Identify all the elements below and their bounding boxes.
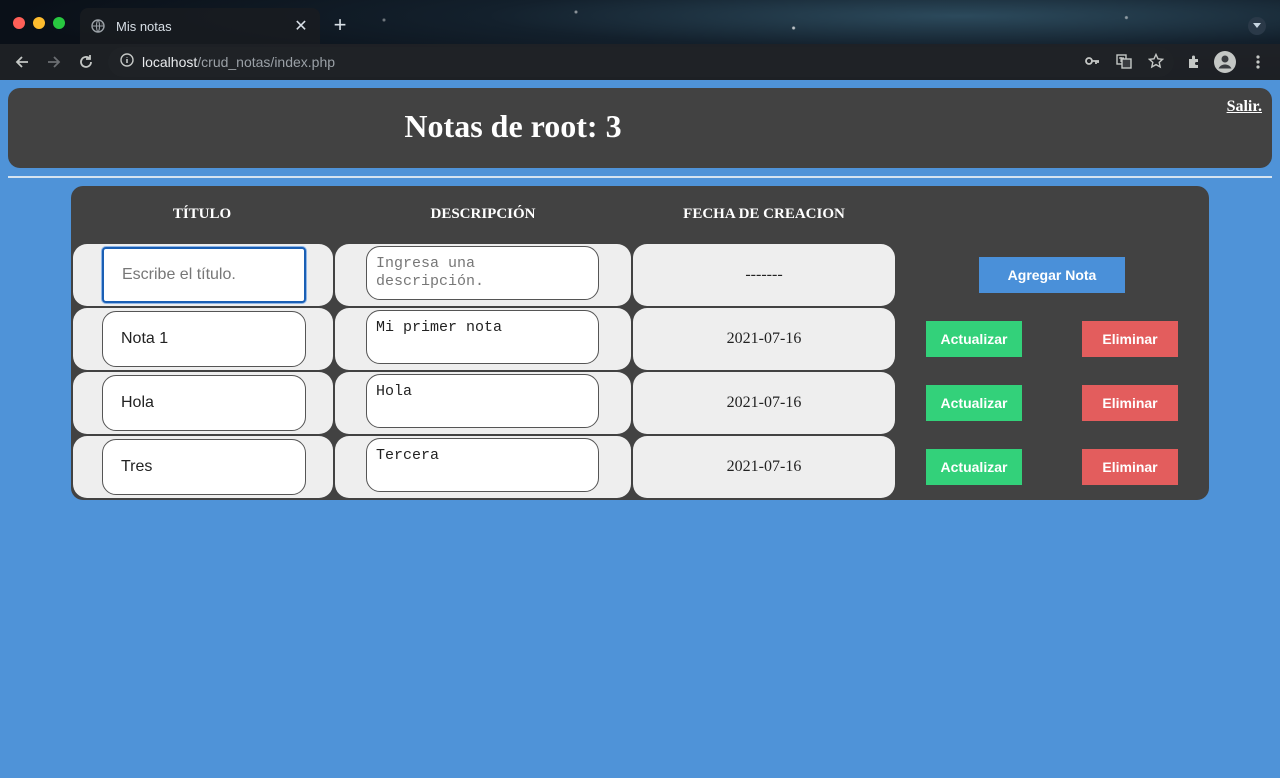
created-date: 2021-07-16: [726, 394, 802, 411]
table-row-description-cell: Hola: [335, 372, 631, 434]
new-tab-button[interactable]: +: [328, 14, 352, 36]
browser-toolbar: localhost/crud_notas/index.php: [0, 44, 1280, 80]
new-note-title-cell: [73, 244, 333, 306]
logout-link[interactable]: Salir.: [1227, 98, 1262, 116]
url-path: /crud_notas/index.php: [197, 54, 336, 70]
title-field[interactable]: [102, 439, 306, 495]
table-row-title-cell: [73, 372, 333, 434]
table-row-title-cell: [73, 308, 333, 370]
profile-avatar-icon[interactable]: [1214, 51, 1236, 73]
close-window-button[interactable]: [13, 17, 25, 29]
url-text: localhost/crud_notas/index.php: [142, 54, 335, 70]
extensions-icon[interactable]: [1184, 52, 1204, 72]
address-bar[interactable]: localhost/crud_notas/index.php: [108, 47, 1174, 77]
update-button[interactable]: Actualizar: [926, 385, 1022, 421]
url-host: localhost: [142, 54, 198, 70]
reload-icon[interactable]: [76, 52, 96, 72]
column-header-description: DESCRIPCIÓN: [430, 206, 536, 222]
description-field[interactable]: Hola: [366, 374, 599, 428]
title-field[interactable]: [102, 311, 306, 367]
column-header-date: FECHA DE CREACION: [683, 206, 845, 222]
close-tab-icon[interactable]: ✕: [292, 16, 310, 36]
minimize-window-button[interactable]: [33, 17, 45, 29]
new-note-date: -------: [745, 266, 783, 283]
description-field[interactable]: Tercera: [366, 438, 599, 492]
add-note-button[interactable]: Agregar Nota: [979, 257, 1125, 293]
new-description-input[interactable]: [366, 246, 599, 300]
back-icon[interactable]: [12, 52, 32, 72]
delete-button[interactable]: Eliminar: [1082, 385, 1178, 421]
bookmark-star-icon[interactable]: [1147, 52, 1165, 74]
browser-chrome: Mis notas ✕ + localhost/crud_notas/index…: [0, 0, 1280, 80]
created-date: 2021-07-16: [726, 330, 802, 347]
title-field[interactable]: [102, 375, 306, 431]
table-row-date-cell: 2021-07-16: [633, 372, 895, 434]
translate-icon[interactable]: [1116, 53, 1132, 74]
page-header: Notas de root: 3 Salir.: [8, 88, 1272, 168]
column-header-title: TÍTULO: [172, 206, 232, 222]
page-title: Notas de root: 3: [404, 108, 622, 144]
new-note-description-cell: [335, 244, 631, 306]
description-field[interactable]: Mi primer nota: [366, 310, 599, 364]
new-title-input[interactable]: [102, 247, 306, 303]
table-row-description-cell: Mi primer nota: [335, 308, 631, 370]
browser-tab[interactable]: Mis notas ✕: [80, 8, 320, 44]
table-row-description-cell: Tercera: [335, 436, 631, 498]
created-date: 2021-07-16: [726, 458, 802, 475]
notes-table: TÍTULO DESCRIPCIÓN FECHA DE CREACION ---…: [71, 186, 1209, 500]
maximize-window-button[interactable]: [53, 17, 65, 29]
table-row-date-cell: 2021-07-16: [633, 308, 895, 370]
menu-kebab-icon[interactable]: [1248, 52, 1268, 72]
new-note-date-cell: -------: [633, 244, 895, 306]
globe-icon: [90, 18, 106, 34]
key-icon[interactable]: [1084, 53, 1100, 74]
tab-search-icon[interactable]: [1248, 17, 1266, 35]
tab-title: Mis notas: [116, 18, 172, 34]
delete-button[interactable]: Eliminar: [1082, 449, 1178, 485]
divider: [8, 176, 1272, 178]
forward-icon[interactable]: [44, 52, 64, 72]
table-row-title-cell: [73, 436, 333, 498]
update-button[interactable]: Actualizar: [926, 321, 1022, 357]
update-button[interactable]: Actualizar: [926, 449, 1022, 485]
delete-button[interactable]: Eliminar: [1082, 321, 1178, 357]
info-icon[interactable]: [120, 52, 134, 72]
table-row-date-cell: 2021-07-16: [633, 436, 895, 498]
